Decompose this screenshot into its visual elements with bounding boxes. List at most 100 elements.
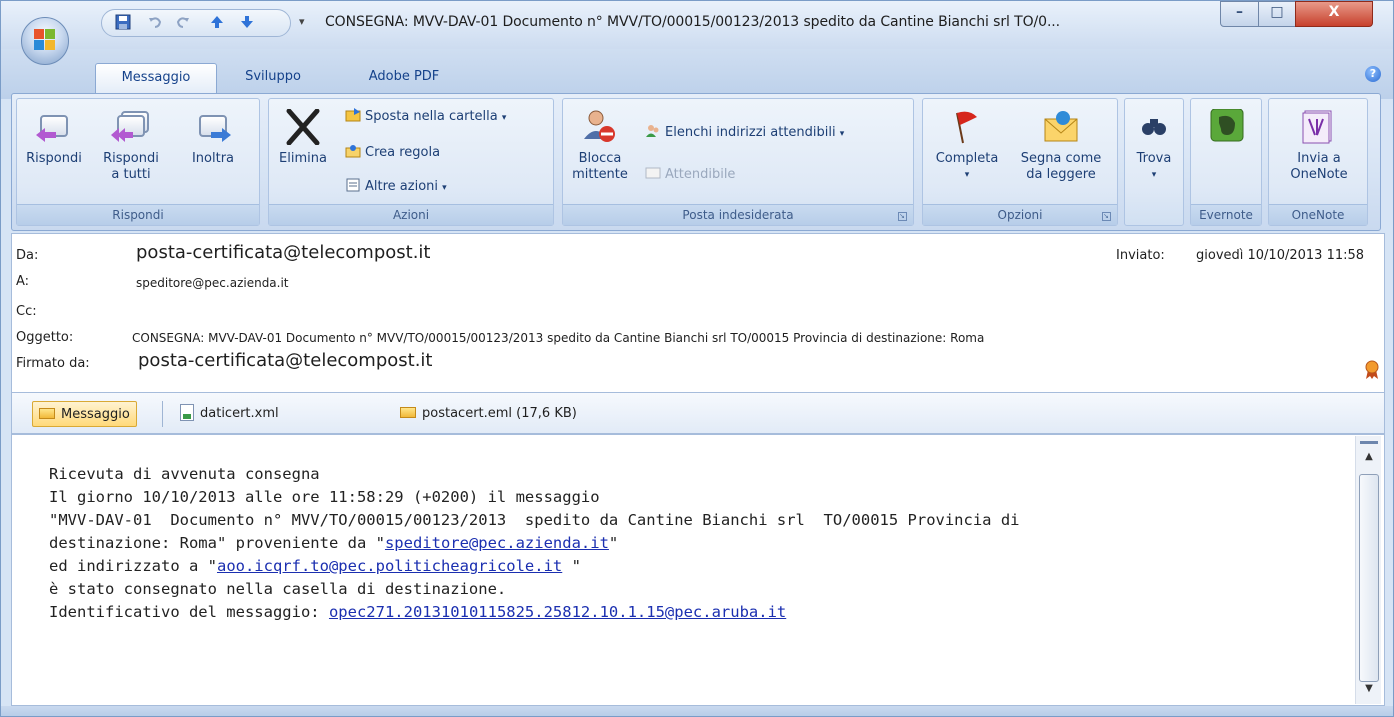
ribbon: Rispondi Rispondi a tutti Inoltra Rispon… — [11, 93, 1381, 231]
scroll-down-arrow-icon[interactable]: ▼ — [1360, 680, 1378, 698]
dropdown-arrow-icon: ▾ — [839, 129, 845, 139]
signed-by-value[interactable]: posta-certificata@telecompost.it — [138, 350, 433, 371]
find-button[interactable]: Trova ▾ — [1127, 109, 1181, 183]
group-trova: Trova ▾ — [1124, 98, 1184, 226]
body-line: "MVV-DAV-01 Documento n° MVV/TO/00015/00… — [49, 511, 1020, 529]
cc-label: Cc: — [16, 304, 37, 319]
undo-icon[interactable] — [146, 14, 164, 32]
certificate-ribbon-icon[interactable] — [1364, 360, 1380, 380]
message-id-link[interactable]: opec271.20131010115825.25812.10.1.15@pec… — [329, 603, 786, 621]
find-label: Trova — [1136, 151, 1172, 166]
create-rule-label: Crea regola — [365, 145, 441, 160]
move-folder-icon — [345, 107, 361, 123]
close-icon: X — [1328, 4, 1340, 20]
attachment-label: postacert.eml (17,6 KB) — [422, 406, 577, 421]
dialog-launcher-icon[interactable]: ↘ — [1102, 212, 1111, 221]
signed-by-label: Firmato da: — [16, 356, 90, 371]
safe-lists-button[interactable]: Elenchi indirizzi attendibili ▾ — [645, 123, 844, 143]
attachment-label: Messaggio — [61, 407, 130, 422]
binoculars-icon — [1134, 109, 1174, 145]
complete-button[interactable]: Completa ▾ — [927, 109, 1007, 183]
dropdown-arrow-icon: ▾ — [1151, 170, 1157, 180]
minimize-button[interactable]: – — [1220, 1, 1259, 27]
maximize-button[interactable]: □ — [1258, 1, 1296, 27]
attachment-postacert[interactable]: postacert.eml (17,6 KB) — [400, 401, 577, 427]
mark-unread-icon — [1041, 109, 1081, 145]
group-posta-indesiderata-label: Posta indesiderata — [563, 204, 913, 225]
group-evernote: Evernote — [1190, 98, 1262, 226]
safe-lists-label: Elenchi indirizzi attendibili — [665, 125, 836, 140]
dialog-launcher-icon[interactable]: ↘ — [898, 212, 907, 221]
complete-label: Completa — [935, 151, 999, 166]
office-logo-icon — [34, 29, 56, 51]
customize-qat-icon[interactable]: ▾ — [299, 15, 305, 28]
evernote-button[interactable] — [1197, 108, 1257, 151]
to-value[interactable]: speditore@pec.azienda.it — [136, 276, 289, 290]
body-line: Ricevuta di avvenuta consegna — [49, 465, 320, 483]
reply-button[interactable]: Rispondi — [19, 109, 89, 167]
outlook-message-window: ▾ CONSEGNA: MVV-DAV-01 Documento n° MVV/… — [0, 0, 1394, 717]
dropdown-arrow-icon: ▾ — [964, 170, 970, 180]
scroll-up-arrow-icon[interactable]: ▲ — [1360, 448, 1378, 466]
sender-email-link[interactable]: speditore@pec.azienda.it — [385, 534, 609, 552]
window-bottom-frame — [1, 706, 1393, 716]
message-header: Da: posta-certificata@telecompost.it A: … — [11, 233, 1385, 393]
office-button[interactable] — [21, 17, 69, 65]
scrollbar-split-handle[interactable] — [1360, 441, 1378, 444]
mark-unread-button[interactable]: Segna come da leggere — [1011, 109, 1111, 183]
body-line: è stato consegnato nella casella di dest… — [49, 580, 507, 598]
reply-all-label-line2: a tutti — [111, 167, 151, 182]
reply-all-button[interactable]: Rispondi a tutti — [91, 109, 171, 183]
maximize-icon: □ — [1270, 4, 1284, 20]
xml-file-icon — [180, 404, 194, 421]
subject-value: CONSEGNA: MVV-DAV-01 Documento n° MVV/TO… — [132, 331, 985, 345]
send-onenote-label-line2: OneNote — [1290, 167, 1348, 182]
create-rule-button[interactable]: Crea regola — [345, 143, 440, 163]
next-item-icon[interactable] — [238, 14, 256, 32]
tab-adobe-pdf[interactable]: Adobe PDF — [345, 63, 463, 93]
other-actions-button[interactable]: Altre azioni ▾ — [345, 177, 447, 197]
tab-sviluppo[interactable]: Sviluppo — [227, 63, 319, 93]
redo-icon[interactable] — [174, 14, 192, 32]
not-junk-button[interactable]: Attendibile — [645, 165, 735, 185]
help-icon[interactable]: ? — [1365, 66, 1381, 82]
close-button[interactable]: X — [1295, 1, 1373, 27]
group-opzioni-label: Opzioni — [923, 204, 1117, 225]
delete-button[interactable]: Elimina — [273, 108, 333, 167]
save-icon[interactable] — [114, 14, 132, 32]
from-label: Da: — [16, 248, 39, 263]
recipient-email-link[interactable]: aoo.icqrf.to@pec.politicheagricole.it — [217, 557, 562, 575]
tab-messaggio[interactable]: Messaggio — [95, 63, 217, 93]
quick-access-toolbar — [101, 9, 291, 37]
block-sender-icon — [580, 109, 620, 145]
from-value[interactable]: posta-certificata@telecompost.it — [136, 242, 431, 263]
attachments-bar: Messaggio daticert.xml postacert.eml (17… — [11, 392, 1385, 434]
forward-button[interactable]: Inoltra — [175, 109, 251, 167]
body-text: ed indirizzato a " — [49, 557, 217, 575]
group-azioni-label: Azioni — [269, 204, 553, 225]
sent-label: Inviato: — [1116, 248, 1165, 263]
scrollbar-thumb[interactable] — [1359, 474, 1379, 682]
body-line: destinazione: Roma" proveniente da "sped… — [49, 534, 618, 552]
attachment-messaggio[interactable]: Messaggio — [32, 401, 137, 427]
create-rule-icon — [345, 143, 361, 159]
reply-icon — [34, 109, 74, 145]
not-junk-icon — [645, 165, 661, 181]
block-sender-button[interactable]: Blocca mittente — [567, 109, 633, 183]
reply-all-icon — [111, 109, 151, 145]
message-body[interactable]: Ricevuta di avvenuta consegna Il giorno … — [11, 434, 1385, 706]
to-label: A: — [16, 274, 30, 289]
flag-icon — [947, 109, 987, 145]
previous-item-icon[interactable] — [208, 14, 226, 32]
attachment-daticert[interactable]: daticert.xml — [180, 401, 279, 427]
move-to-folder-button[interactable]: Sposta nella cartella ▾ — [345, 107, 506, 127]
vertical-scrollbar[interactable]: ▲ ▼ — [1355, 436, 1381, 704]
group-opzioni: Completa ▾ Segna come da leggere Opzioni… — [922, 98, 1118, 226]
group-rispondi: Rispondi Rispondi a tutti Inoltra Rispon… — [16, 98, 260, 226]
dropdown-arrow-icon: ▾ — [501, 113, 507, 123]
sent-value: giovedì 10/10/2013 11:58 — [1196, 248, 1365, 263]
attachment-label: daticert.xml — [200, 406, 279, 421]
send-to-onenote-button[interactable]: Invia a OneNote — [1275, 109, 1363, 183]
attachment-divider — [162, 401, 163, 427]
body-text: destinazione: Roma" proveniente da " — [49, 534, 385, 552]
